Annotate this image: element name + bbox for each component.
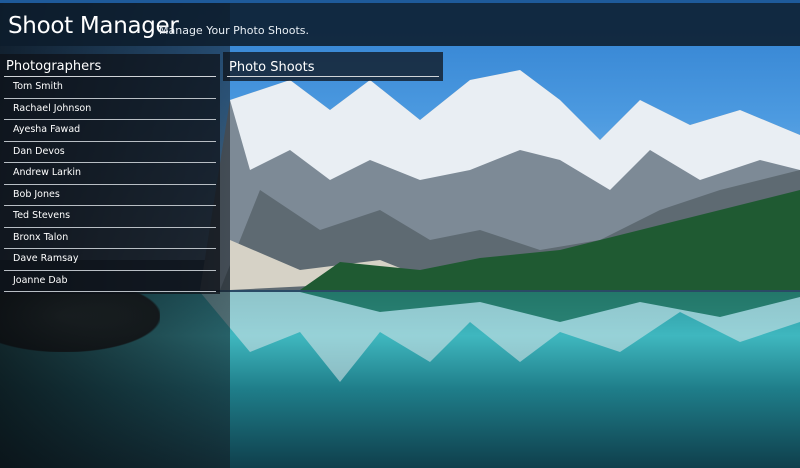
app-subtitle: Manage Your Photo Shoots. xyxy=(159,24,309,37)
photographer-item[interactable]: Joanne Dab xyxy=(4,271,216,292)
photographer-item[interactable]: Rachael Johnson xyxy=(4,99,216,120)
photographer-item[interactable]: Dave Ramsay xyxy=(4,249,216,271)
photographer-item[interactable]: Ted Stevens xyxy=(4,206,216,228)
app-header: Shoot Manager Manage Your Photo Shoots. xyxy=(0,0,800,46)
photographer-item[interactable]: Ayesha Fawad xyxy=(4,120,216,142)
photo-shoots-heading-divider xyxy=(227,76,439,77)
photographer-item[interactable]: Bob Jones xyxy=(4,185,216,206)
photographer-item[interactable]: Andrew Larkin xyxy=(4,163,216,185)
photographer-item[interactable]: Tom Smith xyxy=(4,77,216,99)
photographers-heading: Photographers xyxy=(6,59,102,74)
photo-shoots-panel: Photo Shoots xyxy=(223,52,443,81)
photo-shoots-heading: Photo Shoots xyxy=(229,60,315,75)
photographer-item[interactable]: Dan Devos xyxy=(4,142,216,163)
photographers-list: Tom Smith Rachael Johnson Ayesha Fawad D… xyxy=(4,77,216,292)
app-title: Shoot Manager xyxy=(8,13,179,39)
photographer-item[interactable]: Bronx Talon xyxy=(4,228,216,249)
